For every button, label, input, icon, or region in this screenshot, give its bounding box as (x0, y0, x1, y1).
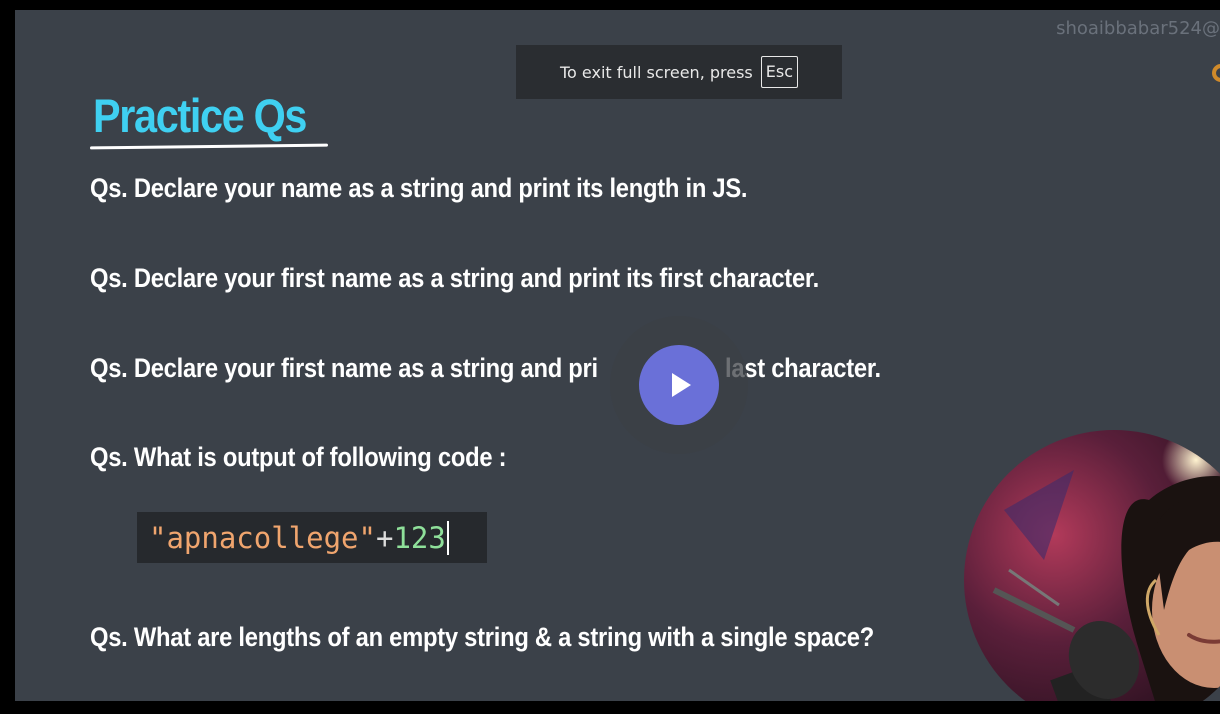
play-button[interactable] (639, 345, 719, 425)
presenter-video-image (964, 430, 1220, 701)
question-1: Qs. Declare your name as a string and pr… (90, 173, 748, 203)
corner-logo-icon (1212, 64, 1220, 82)
play-icon (672, 373, 691, 397)
question-2: Qs. Declare your first name as a string … (90, 263, 819, 293)
question-3-end: last character. (725, 353, 881, 383)
title-underline (89, 143, 329, 150)
code-number-literal: 123 (393, 520, 446, 555)
esc-key-hint: Esc (760, 56, 799, 88)
question-3: Qs. Declare your first name as a string … (90, 353, 598, 383)
fullscreen-exit-toast: To exit full screen, press Esc (516, 45, 842, 99)
code-operator: + (375, 520, 394, 555)
user-watermark: shoaibbabar524@ (1056, 18, 1220, 39)
code-string-literal: "apnacollege" (149, 520, 376, 555)
question-5: Qs. What are lengths of an empty string … (90, 622, 874, 652)
question-4: Qs. What is output of following code : (90, 442, 507, 472)
presenter-webcam (964, 430, 1220, 701)
slide-title: Practice Qs (93, 89, 307, 142)
text-cursor (446, 520, 449, 555)
video-player-frame[interactable]: shoaibbabar524@ To exit full screen, pre… (0, 0, 1220, 714)
code-snippet: "apnacollege" +123 (137, 512, 487, 563)
lecture-slide: shoaibbabar524@ To exit full screen, pre… (15, 10, 1220, 701)
fullscreen-message: To exit full screen, press (559, 62, 753, 82)
